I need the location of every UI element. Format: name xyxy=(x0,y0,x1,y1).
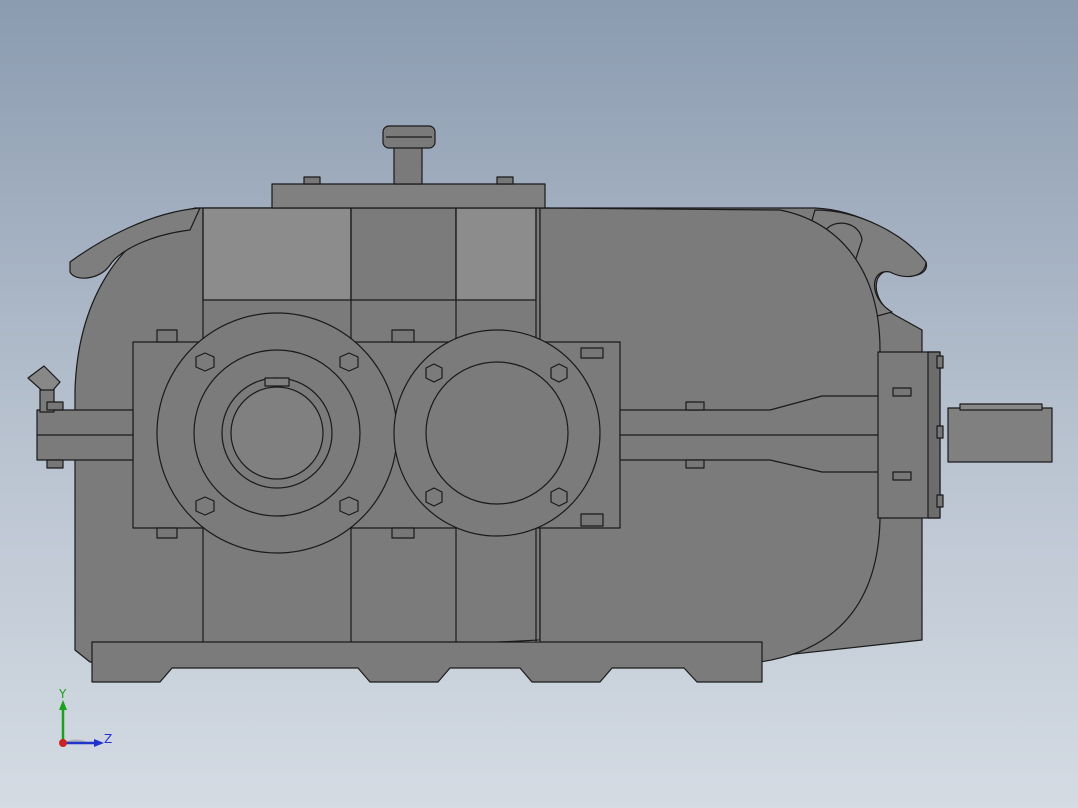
view-triad: Y Z xyxy=(58,687,112,747)
upper-panel-left xyxy=(202,207,352,301)
breather-cap-stem xyxy=(393,144,423,185)
upper-panel-right xyxy=(455,207,537,301)
gearbox-model[interactable] xyxy=(0,0,1078,808)
y-axis-label: Y xyxy=(58,687,67,701)
z-axis-label: Z xyxy=(104,732,112,746)
inspection-cover xyxy=(271,183,546,209)
base-plate xyxy=(91,641,763,683)
upper-panel-mid xyxy=(350,207,457,301)
graphics-viewport[interactable]: Y Z xyxy=(0,0,1078,808)
output-shaft xyxy=(947,407,1053,463)
